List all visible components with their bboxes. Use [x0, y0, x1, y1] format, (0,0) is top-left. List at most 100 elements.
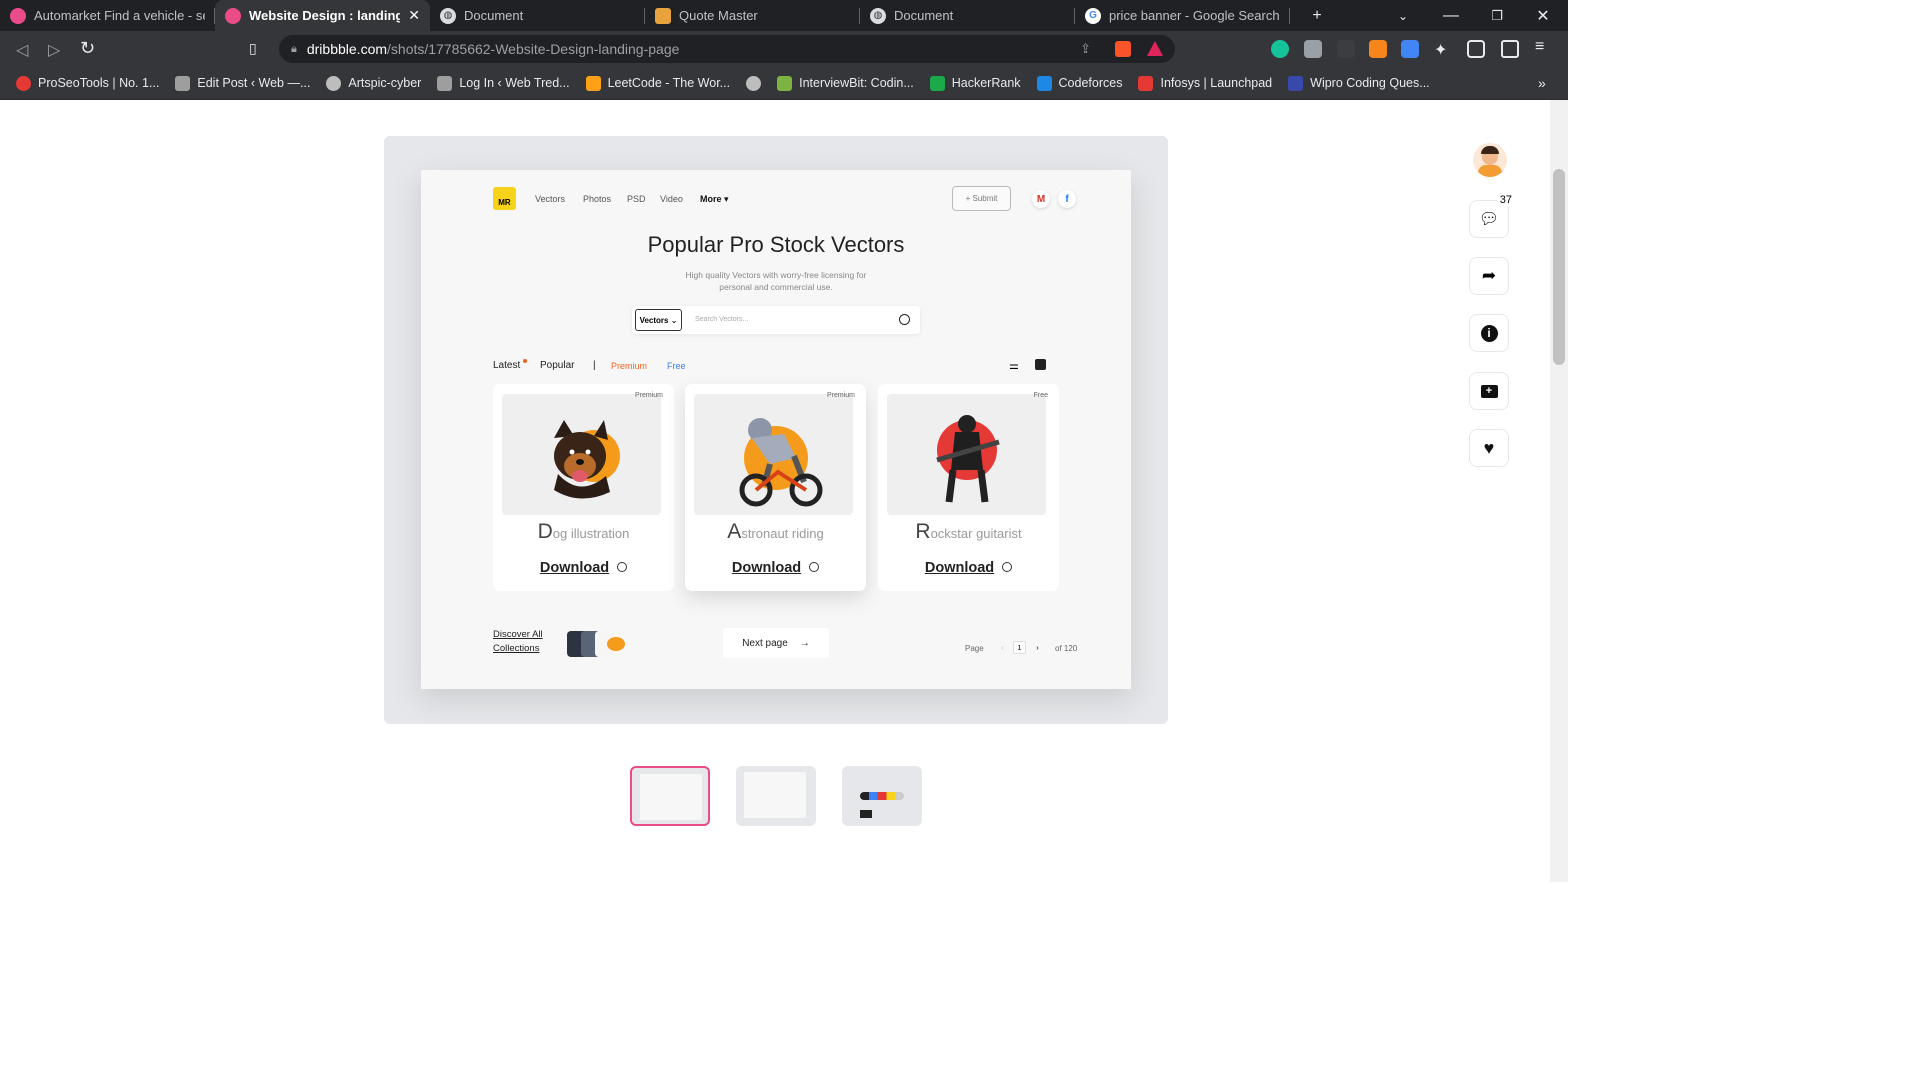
- mock-card-title: Rockstar guitarist: [915, 520, 1022, 543]
- menu-icon[interactable]: ≡: [1535, 38, 1553, 56]
- globe-icon: [326, 75, 342, 91]
- address-bar[interactable]: 🔒︎ dribbble.com/shots/17785662-Website-D…: [279, 35, 1175, 63]
- bookmark-page-icon[interactable]: ▯: [249, 40, 257, 57]
- minimize-icon[interactable]: —: [1428, 0, 1474, 31]
- shot-thumbnail-2[interactable]: [736, 766, 816, 826]
- close-tab-icon[interactable]: ✕: [408, 7, 420, 24]
- bookmark-favicon-icon: [437, 75, 453, 91]
- page-scrollbar[interactable]: [1550, 100, 1568, 882]
- globe-icon: ◍: [870, 7, 886, 24]
- extension-icon[interactable]: [1337, 40, 1355, 58]
- bookmark-item[interactable]: Artspic-cyber: [326, 75, 421, 91]
- sliders-icon: ⚌: [1009, 360, 1019, 372]
- mock-logo: MR: [493, 187, 516, 210]
- wallet-icon[interactable]: [1501, 40, 1519, 58]
- brave-rewards-icon[interactable]: [1147, 41, 1163, 56]
- close-window-icon[interactable]: ✕: [1520, 0, 1566, 31]
- bookmark-item[interactable]: InterviewBit: Codin...: [777, 75, 914, 91]
- dribbble-icon: [10, 7, 26, 24]
- mock-filter-free: Free: [667, 361, 686, 371]
- url-host: dribbble.com: [306, 41, 388, 57]
- download-icon: [617, 562, 628, 573]
- back-icon[interactable]: ◁: [16, 40, 28, 60]
- designer-avatar[interactable]: [1473, 143, 1507, 177]
- codeforces-icon: [1036, 75, 1052, 91]
- reload-icon[interactable]: ↻: [80, 38, 95, 59]
- google-icon: G: [1085, 7, 1101, 24]
- shot-preview[interactable]: MR Vectors Photos PSD Video More ▾ + Sub…: [384, 136, 1168, 724]
- mock-card-badge: Premium: [826, 392, 855, 399]
- mock-card-title: Dog illustration: [537, 520, 630, 543]
- browser-tab-strip: Automarket Find a vehicle - search Websi…: [0, 0, 1568, 31]
- mock-nav-item: Vectors: [535, 194, 566, 204]
- mock-next-page-button: Next page →: [723, 628, 829, 658]
- bookmark-item[interactable]: ProSeoTools | No. 1...: [16, 75, 159, 91]
- metamask-icon[interactable]: [1369, 40, 1387, 58]
- dog-illustration: [502, 394, 661, 515]
- save-to-collection-button[interactable]: +: [1469, 372, 1509, 410]
- puzzle-icon[interactable]: ✦: [1434, 40, 1452, 59]
- bookmark-item[interactable]: Codeforces: [1036, 75, 1122, 91]
- url-path: /shots/17785662-Website-Design-landing-p…: [387, 41, 680, 57]
- more-bookmarks-icon[interactable]: »: [1538, 75, 1546, 91]
- bookmark-item[interactable]: LeetCode - The Wor...: [585, 75, 730, 91]
- tab-quote-master[interactable]: Quote Master: [645, 0, 860, 31]
- tab-search-chevron-icon[interactable]: ⌄: [1380, 0, 1426, 31]
- mock-search-select: Vectors ⌄: [635, 309, 682, 331]
- download-icon: [1002, 562, 1013, 573]
- globe-icon: ◍: [440, 7, 456, 24]
- comment-icon: 💬︎: [1478, 211, 1500, 228]
- shot-image: MR Vectors Photos PSD Video More ▾ + Sub…: [421, 170, 1131, 689]
- chevron-left-icon: ‹: [1001, 643, 1004, 652]
- bookmark-item[interactable]: Infosys | Launchpad: [1138, 75, 1272, 91]
- bookmark-item[interactable]: Wipro Coding Ques...: [1288, 75, 1430, 91]
- dribbble-shot-page: MR Vectors Photos PSD Video More ▾ + Sub…: [0, 100, 1568, 882]
- mock-search: Vectors ⌄ Search Vectors...: [632, 306, 920, 334]
- mock-filter-premium: Premium: [611, 361, 648, 371]
- grammarly-icon[interactable]: [1271, 40, 1289, 58]
- infosys-icon: [1138, 75, 1154, 91]
- info-button[interactable]: i: [1469, 314, 1509, 352]
- mock-page-current: 1: [1013, 641, 1026, 654]
- translate-icon[interactable]: [1401, 40, 1419, 58]
- restore-icon[interactable]: ❐: [1474, 0, 1520, 31]
- mock-subtitle: High quality Vectors with worry-free lic…: [685, 270, 867, 292]
- mock-card: Premium Dog illustration Download: [493, 384, 674, 591]
- mock-card-badge: Premium: [634, 392, 663, 399]
- collections-thumbnails: [567, 629, 629, 657]
- bookmark-item[interactable]: [746, 75, 762, 91]
- shot-thumbnail-1[interactable]: [630, 766, 710, 826]
- mock-page-label: Page: [965, 644, 984, 653]
- mock-title: Popular Pro Stock Vectors: [647, 232, 905, 257]
- share-button[interactable]: ➦: [1469, 257, 1509, 295]
- forward-icon[interactable]: ▷: [48, 40, 60, 60]
- sidebar-icon[interactable]: [1467, 40, 1485, 58]
- like-button[interactable]: ♥: [1469, 429, 1509, 467]
- folder-plus-icon: +: [1480, 384, 1498, 398]
- burger-icon: [655, 7, 671, 24]
- tab-automarket[interactable]: Automarket Find a vehicle - search: [0, 0, 215, 31]
- mock-card-title: Astronaut riding: [727, 520, 824, 543]
- tab-document-2[interactable]: ◍ Document: [860, 0, 1075, 31]
- rockstar-illustration: [887, 394, 1046, 515]
- comments-button[interactable]: 💬︎ 37: [1469, 194, 1514, 238]
- bookmark-item[interactable]: Edit Post ‹ Web —...: [175, 75, 310, 91]
- download-icon: [809, 562, 820, 573]
- tab-document-1[interactable]: ◍ Document: [430, 0, 645, 31]
- tab-website-design[interactable]: Website Design : landing page✕: [215, 0, 430, 31]
- bookmark-item[interactable]: Log In ‹ Web Tred...: [437, 75, 570, 91]
- shot-thumbnail-3[interactable]: [842, 766, 922, 826]
- mock-filter-latest: Latest: [493, 360, 521, 371]
- share-icon[interactable]: ⇪: [1080, 41, 1091, 57]
- brave-shield-icon[interactable]: [1115, 41, 1131, 57]
- bookmark-favicon-icon: [175, 75, 191, 91]
- bookmark-item[interactable]: HackerRank: [929, 75, 1021, 91]
- extension-icon[interactable]: [1304, 40, 1322, 58]
- new-tab-icon[interactable]: +: [1294, 0, 1340, 31]
- facebook-icon: f: [1058, 190, 1076, 208]
- bookmark-favicon-icon: [16, 75, 31, 91]
- arrow-right-icon: →: [799, 637, 810, 649]
- tab-google-search[interactable]: Gprice banner - Google Search: [1075, 0, 1290, 31]
- mock-card-download: Download: [685, 560, 866, 576]
- scrollbar-thumb[interactable]: [1553, 169, 1565, 365]
